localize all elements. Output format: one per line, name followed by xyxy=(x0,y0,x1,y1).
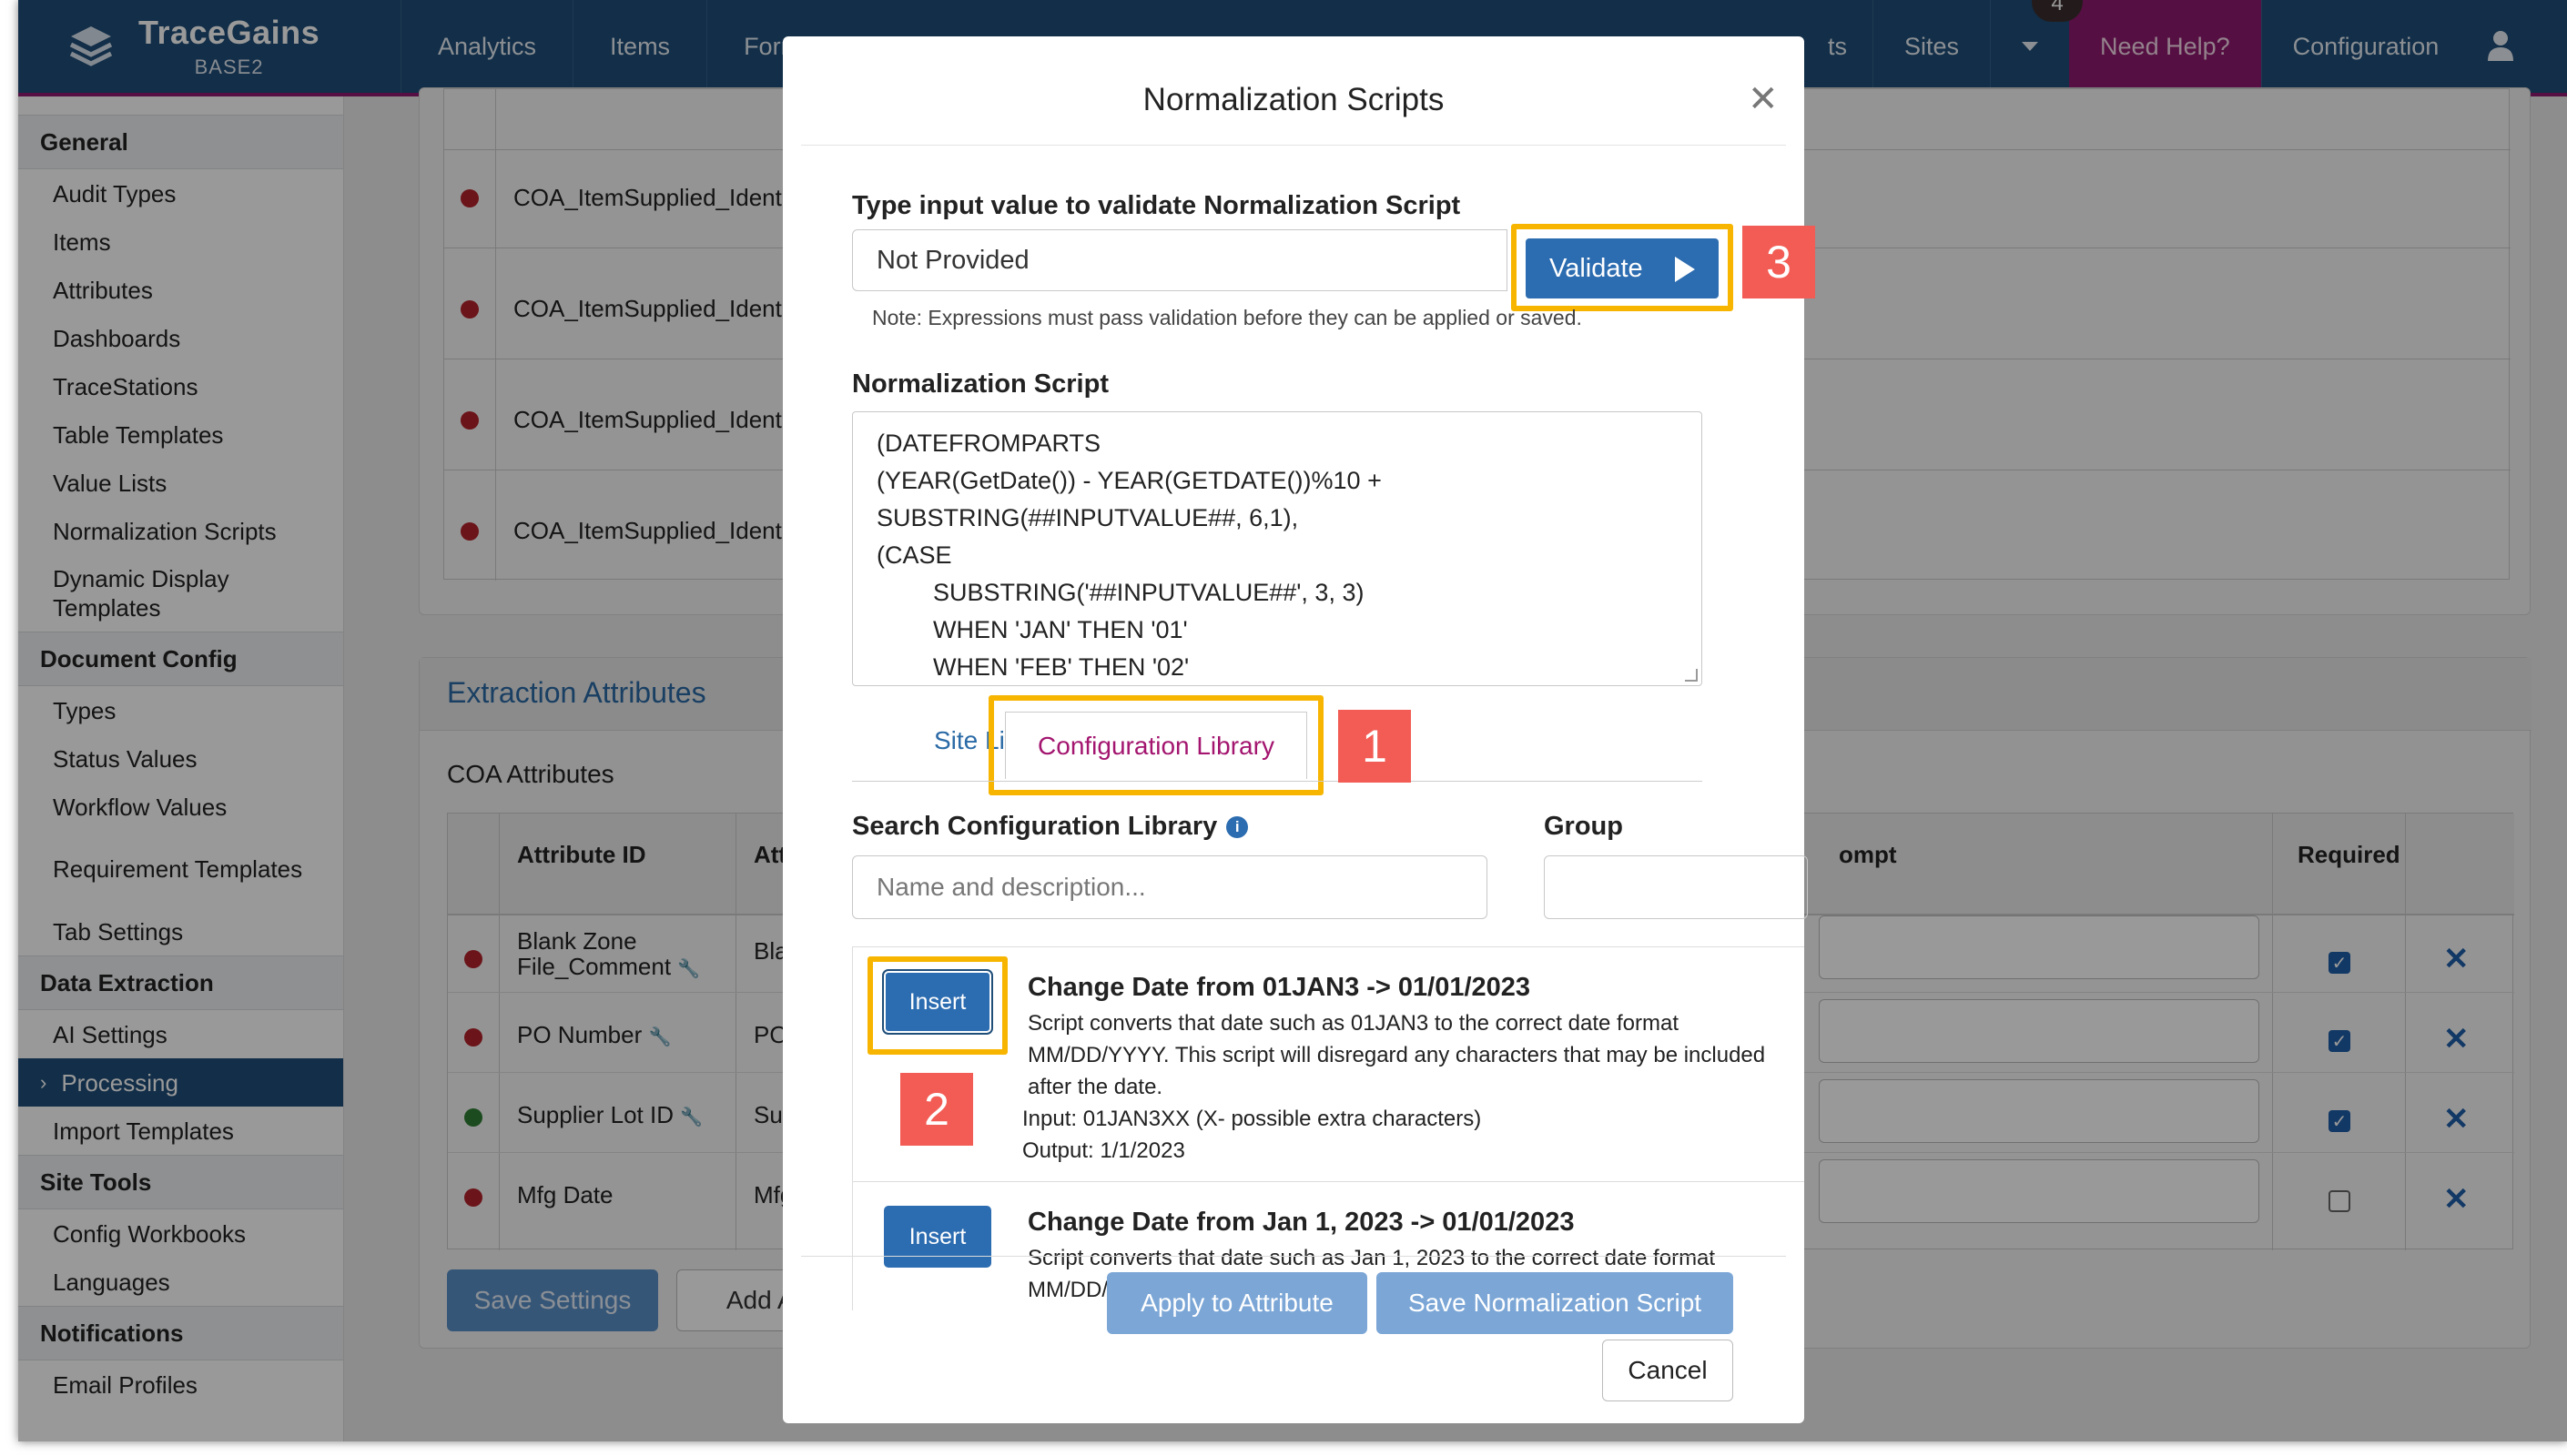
script-description: Script converts that date such as 01JAN3… xyxy=(1022,1011,1766,1163)
apply-to-attribute-button[interactable]: Apply to Attribute xyxy=(1107,1272,1367,1334)
validate-button[interactable]: Validate xyxy=(1526,238,1719,298)
script-title: Change Date from 01JAN3 -> 01/01/2023 xyxy=(1028,973,1531,1002)
search-input[interactable]: Name and description... xyxy=(852,855,1487,919)
app-window: TraceGains BASE2 Analytics Items Formu t… xyxy=(18,0,2567,1441)
list-item: Insert 2 Change Date from 01JAN3 -> 01/0… xyxy=(852,947,1804,1182)
callout-2: 2 xyxy=(900,1073,973,1146)
group-label: Group xyxy=(1544,812,1623,841)
save-normalization-script-button[interactable]: Save Normalization Script xyxy=(1376,1272,1733,1334)
callout-1: 1 xyxy=(1338,710,1411,783)
script-textarea[interactable]: (DATEFROMPARTS (YEAR(GetDate()) - YEAR(G… xyxy=(852,411,1702,686)
script-title: Change Date from Jan 1, 2023 -> 01/01/20… xyxy=(1028,1208,1575,1237)
tab-divider xyxy=(852,781,1702,782)
insert-button[interactable]: Insert xyxy=(882,969,993,1035)
resize-handle-icon[interactable] xyxy=(1685,669,1698,682)
validate-input[interactable]: Not Provided xyxy=(852,229,1507,291)
script-label: Normalization Script xyxy=(852,369,1109,399)
insert-button[interactable]: Insert xyxy=(884,1206,991,1268)
tab-configuration-library[interactable]: Configuration Library xyxy=(1005,712,1307,779)
cancel-button[interactable]: Cancel xyxy=(1602,1340,1733,1401)
normalization-scripts-modal: Normalization Scripts ✕ Type input value… xyxy=(783,36,1815,1423)
play-icon xyxy=(1675,257,1695,282)
validate-input-label: Type input value to validate Normalizati… xyxy=(852,191,1461,220)
callout-3: 3 xyxy=(1742,226,1815,298)
close-icon[interactable]: ✕ xyxy=(1748,78,1779,120)
search-label: Search Configuration Library i xyxy=(852,812,1249,842)
info-icon[interactable]: i xyxy=(1226,816,1249,839)
modal-footer-divider xyxy=(801,1256,1786,1257)
modal-title: Normalization Scripts xyxy=(801,55,1786,146)
group-select[interactable] xyxy=(1544,855,1808,919)
validation-note: Note: Expressions must pass validation b… xyxy=(872,306,1582,329)
